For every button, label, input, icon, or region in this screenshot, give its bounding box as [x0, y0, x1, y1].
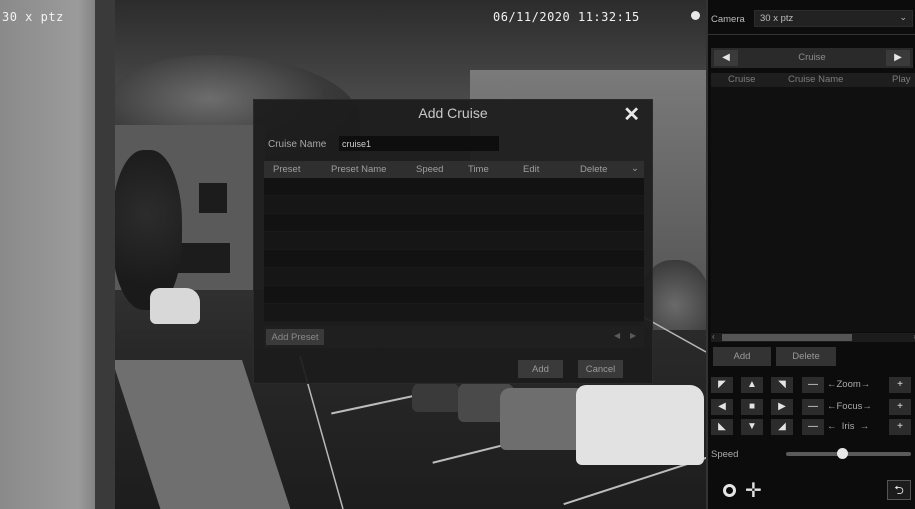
speed-slider-knob[interactable]: [837, 448, 848, 459]
add-cruise-button[interactable]: Add: [713, 347, 771, 366]
table-row: [264, 268, 644, 286]
ptz-up-left-icon[interactable]: ◤: [711, 377, 733, 393]
camera-live-view: 30 x ptz 06/11/2020 11:32:15 Add Cruise …: [0, 0, 706, 509]
speed-slider[interactable]: [786, 448, 911, 459]
next-page-icon[interactable]: ▶: [630, 331, 636, 340]
delete-cruise-button[interactable]: Delete: [776, 347, 836, 366]
ptz-right-icon[interactable]: ▶: [771, 399, 793, 415]
ptz-control-panel: Camera 30 x ptz ⌄ Cruise ◀ ▶ Cruise Crui…: [706, 0, 915, 509]
camera-label: Camera: [711, 14, 745, 25]
focus-in-icon[interactable]: +: [889, 399, 911, 415]
next-tab-icon[interactable]: ▶: [886, 50, 910, 66]
iris-open-icon[interactable]: +: [889, 419, 911, 435]
ptz-down-icon[interactable]: ▼: [741, 419, 763, 435]
close-icon[interactable]: ✕: [623, 102, 640, 127]
focus-out-icon[interactable]: —: [802, 399, 824, 415]
preset-table-header: Preset Preset Name Speed Time Edit Delet…: [264, 161, 644, 178]
ptz-stop-icon[interactable]: ■: [741, 399, 763, 415]
camera-select[interactable]: 30 x ptz ⌄: [754, 10, 913, 27]
add-button[interactable]: Add: [518, 360, 563, 378]
table-row: [264, 286, 644, 304]
table-row: [264, 232, 644, 250]
cruise-name-label: Cruise Name: [268, 139, 327, 150]
col-cruise-name: Cruise Name: [788, 74, 844, 85]
col-edit: Edit: [523, 164, 540, 175]
table-row: [264, 196, 644, 214]
add-preset-button[interactable]: Add Preset: [266, 329, 324, 345]
focus-label: ←Focus→: [827, 401, 872, 412]
scroll-left-icon[interactable]: ‹: [712, 332, 715, 341]
col-speed: Speed: [416, 164, 444, 175]
zoom-label: ←Zoom→: [827, 379, 871, 390]
speed-label: Speed: [711, 449, 739, 460]
camera-select-value: 30 x ptz: [760, 13, 794, 24]
zoom-out-icon[interactable]: —: [802, 377, 824, 393]
chevron-down-icon: ⌄: [899, 12, 907, 22]
ptz-up-icon[interactable]: ▲: [741, 377, 763, 393]
preset-table-body: [264, 178, 644, 323]
col-time: Time: [468, 164, 489, 175]
col-preset: Preset: [273, 164, 301, 175]
cruise-tab-bar: Cruise ◀ ▶: [711, 48, 913, 68]
col-play: Play: [892, 74, 911, 85]
cancel-button[interactable]: Cancel: [578, 360, 623, 378]
col-delete: Delete: [580, 164, 608, 175]
col-preset-name: Preset Name: [331, 164, 387, 175]
cruise-name-input[interactable]: [339, 136, 499, 151]
scrollbar-thumb[interactable]: [722, 334, 852, 341]
col-cruise: Cruise: [728, 74, 756, 85]
zoom-in-icon[interactable]: +: [889, 377, 911, 393]
chevron-down-icon[interactable]: ⌄: [631, 163, 639, 174]
iris-close-icon[interactable]: —: [802, 419, 824, 435]
ptz-down-left-icon[interactable]: ◣: [711, 419, 733, 435]
table-row: [264, 250, 644, 268]
ptz-up-right-icon[interactable]: ◥: [771, 377, 793, 393]
table-row: [264, 214, 644, 232]
back-icon[interactable]: ⮌: [887, 480, 911, 500]
prev-tab-icon[interactable]: ◀: [714, 50, 738, 66]
ptz-down-right-icon[interactable]: ◢: [771, 419, 793, 435]
dialog-title: Add Cruise: [418, 105, 488, 121]
dialog-header: Add Cruise ✕: [254, 100, 652, 128]
preset-table-footer: Add Preset ◀ ▶: [264, 326, 644, 348]
cruise-tab-title: Cruise: [798, 52, 826, 63]
move-icon[interactable]: ✛: [745, 478, 762, 503]
table-row: [264, 304, 644, 322]
cruise-list-body: [711, 87, 915, 332]
cruise-list-header: Cruise Cruise Name Play: [711, 73, 915, 87]
ptz-left-icon[interactable]: ◀: [711, 399, 733, 415]
table-row: [264, 178, 644, 196]
record-icon[interactable]: [723, 484, 736, 497]
prev-page-icon[interactable]: ◀: [614, 331, 620, 340]
horizontal-scrollbar[interactable]: ‹ ›: [711, 332, 915, 342]
iris-label: ← Iris →: [827, 421, 870, 432]
add-cruise-dialog: Add Cruise ✕ Cruise Name Preset Preset N…: [253, 99, 653, 384]
divider: [708, 34, 915, 35]
